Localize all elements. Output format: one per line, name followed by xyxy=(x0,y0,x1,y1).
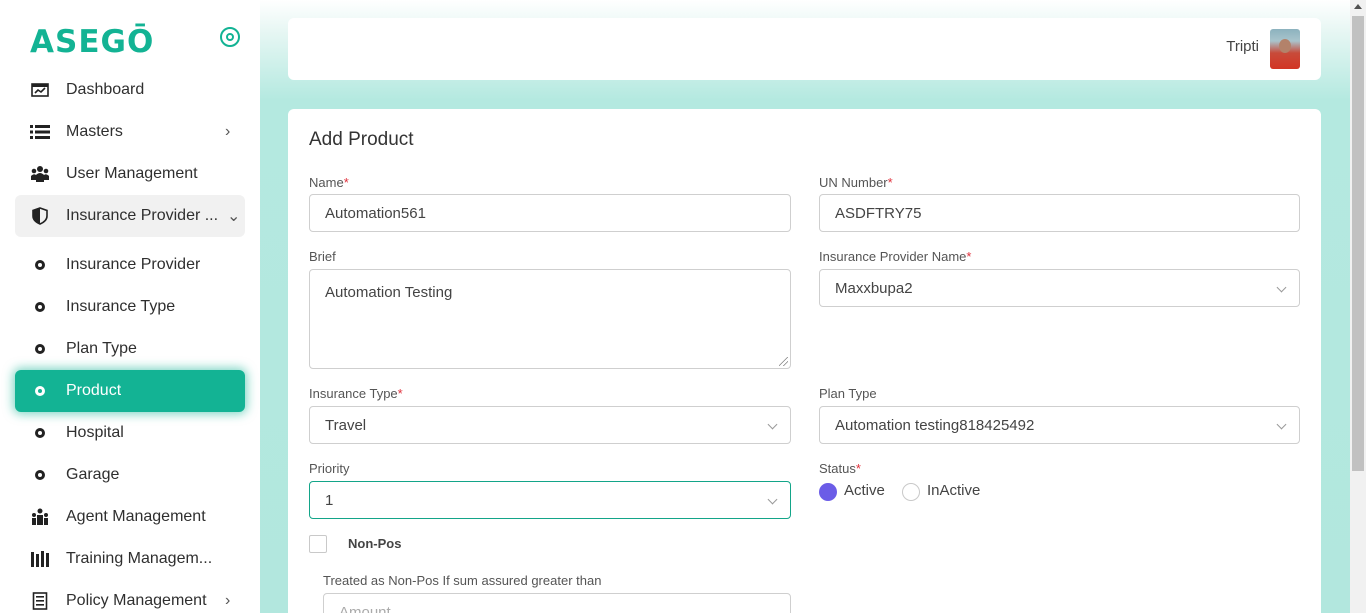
page-title: Add Product xyxy=(309,129,414,150)
sidebar-item-label: Insurance Provider ... xyxy=(66,207,219,224)
sidebar-item-label: Masters xyxy=(66,123,123,140)
chevron-down-icon: ⌄ xyxy=(227,208,241,225)
sidebar-item-masters[interactable]: Masters › xyxy=(15,111,245,153)
app-logo[interactable]: ASEGŌ xyxy=(30,24,154,60)
sidebar-item-label: Garage xyxy=(66,466,120,483)
chevron-right-icon: › xyxy=(225,592,231,609)
sidebar-item-insurance-provider[interactable]: Insurance Provider xyxy=(15,244,245,286)
document-icon xyxy=(30,591,50,611)
sidebar-item-label: Agent Management xyxy=(66,508,206,525)
top-header: Tripti xyxy=(288,18,1321,80)
sidebar-item-plan-type[interactable]: Plan Type xyxy=(15,328,245,370)
chevron-down-icon xyxy=(1276,419,1287,430)
sidebar-item-garage[interactable]: Garage xyxy=(15,454,245,496)
dot-icon xyxy=(30,297,50,317)
dot-icon xyxy=(30,465,50,485)
chevron-right-icon: › xyxy=(225,123,231,140)
status-inactive-radio[interactable] xyxy=(902,483,920,501)
dot-icon xyxy=(30,381,50,401)
name-label: Name* xyxy=(309,175,349,190)
dot-icon xyxy=(30,423,50,443)
resize-handle-icon[interactable] xyxy=(779,357,788,366)
brief-label: Brief xyxy=(309,249,336,264)
dashboard-icon xyxy=(30,80,50,100)
sidebar-item-insurance-type[interactable]: Insurance Type xyxy=(15,286,245,328)
un-number-label: UN Number* xyxy=(819,175,893,190)
sidebar-item-product[interactable]: Product xyxy=(15,370,245,412)
sidebar-item-label: Hospital xyxy=(66,424,124,441)
users-icon xyxy=(30,164,50,184)
sidebar-item-insurance-provider-group[interactable]: Insurance Provider ... ⌄ xyxy=(15,195,245,237)
sidebar-item-label: Plan Type xyxy=(66,340,137,357)
sidebar-item-label: Training Managem... xyxy=(66,550,213,567)
dot-icon xyxy=(30,339,50,359)
status-label: Status* xyxy=(819,461,861,476)
plan-type-label: Plan Type xyxy=(819,386,877,401)
sidebar-item-label: Insurance Type xyxy=(66,298,176,315)
avatar[interactable] xyxy=(1270,29,1300,69)
scroll-thumb[interactable] xyxy=(1352,16,1364,471)
sidebar-item-user-management[interactable]: User Management xyxy=(15,153,245,195)
sidebar-item-policy-management[interactable]: Policy Management › xyxy=(15,580,245,613)
sidebar-item-label: User Management xyxy=(66,165,198,182)
insurance-type-label: Insurance Type* xyxy=(309,386,403,401)
sidebar-item-dashboard[interactable]: Dashboard xyxy=(15,69,245,111)
name-input[interactable]: Automation561 xyxy=(309,194,791,232)
add-product-card: Add Product Name* Automation561 UN Numbe… xyxy=(288,109,1321,613)
plan-type-select[interactable]: Automation testing818425492 xyxy=(819,406,1300,444)
insurance-provider-name-label: Insurance Provider Name* xyxy=(819,249,972,264)
dot-icon xyxy=(30,255,50,275)
priority-select[interactable]: 1 xyxy=(309,481,791,519)
agent-icon xyxy=(30,507,50,527)
chevron-down-icon xyxy=(767,494,778,505)
list-icon xyxy=(30,122,50,142)
sidebar-toggle-icon[interactable] xyxy=(220,27,240,47)
priority-label: Priority xyxy=(309,461,350,476)
status-active-radio[interactable] xyxy=(819,483,837,501)
insurance-provider-select[interactable]: Maxxbupa2 xyxy=(819,269,1300,307)
sidebar-item-label: Dashboard xyxy=(66,81,145,98)
shield-icon xyxy=(30,206,50,226)
amount-input[interactable]: Amount xyxy=(323,593,791,613)
insurance-type-select[interactable]: Travel xyxy=(309,406,791,444)
page-scrollbar[interactable] xyxy=(1350,0,1366,613)
status-active-label[interactable]: Active xyxy=(844,482,885,499)
sidebar-item-agent-management[interactable]: Agent Management xyxy=(15,496,245,538)
chevron-down-icon xyxy=(1276,282,1287,293)
non-pos-label: Non-Pos xyxy=(348,536,402,551)
un-number-input[interactable]: ASDFTRY75 xyxy=(819,194,1300,232)
status-inactive-label[interactable]: InActive xyxy=(927,482,980,499)
non-pos-checkbox[interactable] xyxy=(309,535,327,553)
non-pos-threshold-label: Treated as Non-Pos If sum assured greate… xyxy=(323,573,602,588)
sidebar-item-label: Product xyxy=(66,382,122,399)
brief-textarea[interactable]: Automation Testing xyxy=(309,269,791,369)
user-name[interactable]: Tripti xyxy=(1226,38,1259,55)
sidebar-item-training-management[interactable]: Training Managem... xyxy=(15,538,245,580)
chevron-down-icon xyxy=(767,419,778,430)
sidebar-item-label: Insurance Provider xyxy=(66,256,201,273)
sidebar: ASEGŌ Dashboard Masters › User Managemen… xyxy=(0,0,260,613)
books-icon xyxy=(30,549,50,569)
sidebar-item-label: Policy Management xyxy=(66,592,207,609)
sidebar-item-hospital[interactable]: Hospital xyxy=(15,412,245,454)
scroll-up-icon[interactable] xyxy=(1354,4,1362,9)
